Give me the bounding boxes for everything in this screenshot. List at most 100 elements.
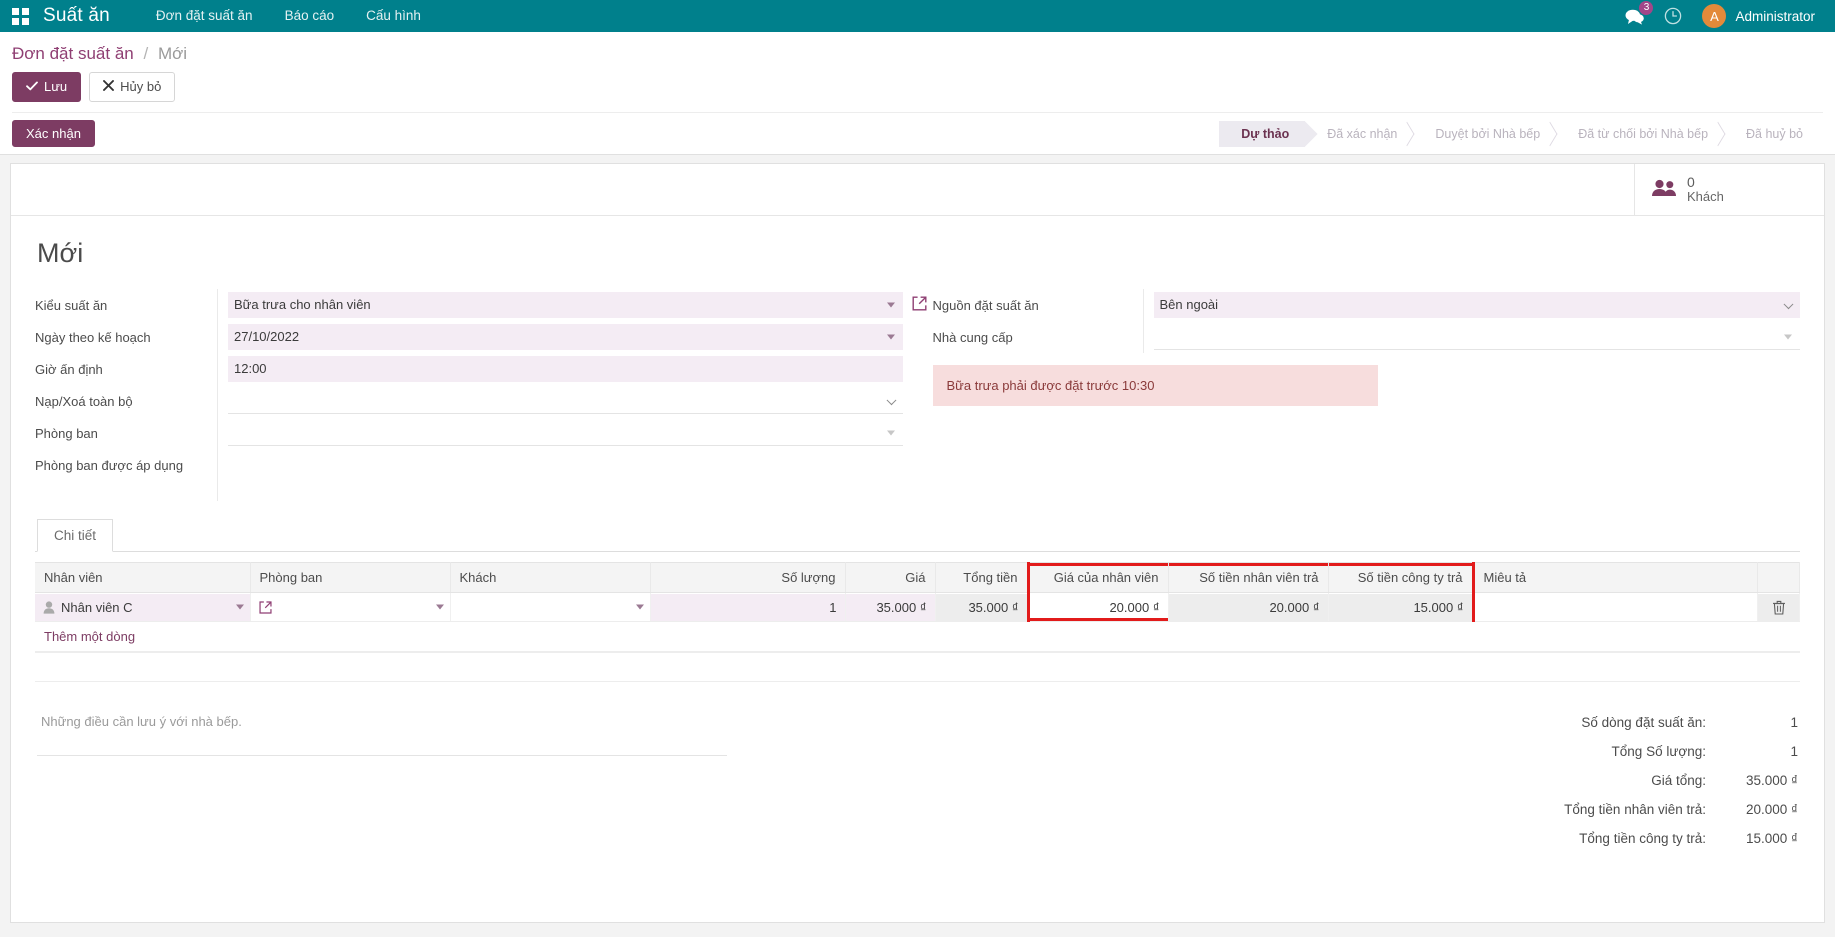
smart-button-guests[interactable]: 0 Khách: [1634, 164, 1824, 215]
external-link-icon[interactable]: [258, 600, 272, 614]
company-paid-cell-value: 15.000 ₫: [1413, 599, 1464, 615]
load-clear-all-select[interactable]: [228, 388, 903, 414]
add-line-row[interactable]: Thêm một dòng: [35, 621, 1800, 653]
field-planned-date: Ngày theo kế hoạch: [35, 321, 903, 353]
col-description[interactable]: Miêu tả: [1473, 562, 1758, 593]
total-line-count: Số dòng đặt suất ăn: 1: [1378, 708, 1798, 737]
cell-subtotal: 35.000 ₫: [935, 592, 1029, 622]
guest-cell-input[interactable]: [458, 599, 642, 615]
breadcrumb-root-link[interactable]: Đơn đặt suất ăn: [12, 44, 134, 63]
col-company-paid[interactable]: Số tiền công ty trả: [1328, 562, 1475, 593]
sheet-footer: Những điều cần lưu ý với nhà bếp. Số dòn…: [35, 708, 1800, 853]
quantity-cell-input[interactable]: [658, 599, 837, 615]
cell-employee-price[interactable]: [1026, 592, 1169, 622]
cell-department[interactable]: [250, 592, 451, 622]
status-cancelled[interactable]: Đã huỷ bỏ: [1724, 121, 1819, 147]
field-department: Phòng ban: [35, 417, 903, 449]
avatar: A: [1702, 4, 1727, 28]
table-header: Nhân viên Phòng ban Khách Số lượng Giá T…: [35, 562, 1800, 593]
cell-description[interactable]: [1473, 592, 1758, 622]
col-employee-price[interactable]: Giá của nhân viên: [1026, 562, 1169, 593]
total-employee-paid-label: Tổng tiền nhân viên trả:: [1564, 802, 1706, 817]
applied-department-input[interactable]: [228, 452, 903, 478]
field-supplier: Nhà cung cấp: [932, 321, 1800, 353]
confirm-button[interactable]: Xác nhận: [12, 120, 95, 147]
total-price-value: 35.000 ₫: [1746, 773, 1798, 788]
total-employee-paid-value: 20.000 ₫: [1746, 802, 1798, 817]
table-body: 35.000 ₫ 20.000 ₫: [35, 592, 1800, 682]
col-price[interactable]: Giá: [845, 562, 936, 593]
col-actions: [1757, 562, 1800, 593]
total-employee-paid: Tổng tiền nhân viên trả: 20.000 ₫: [1378, 795, 1798, 824]
status-approved-by-kitchen[interactable]: Duyệt bởi Nhà bếp: [1413, 121, 1556, 147]
add-a-line-button[interactable]: Thêm một dòng: [35, 622, 1800, 652]
order-source-select[interactable]: [1153, 292, 1800, 318]
trash-icon[interactable]: [1766, 600, 1791, 615]
statusbar-row: Xác nhận Dự thảo Đã xác nhận Duyệt bởi N…: [12, 112, 1823, 154]
price-cell-input[interactable]: [853, 599, 927, 615]
employee-paid-cell-value: 20.000 ₫: [1269, 599, 1320, 615]
total-quantity: Tổng Số lượng: 1: [1378, 737, 1798, 766]
messages-icon[interactable]: 3: [1625, 0, 1654, 25]
description-cell-input[interactable]: [1482, 599, 1749, 615]
empty-filler-row: [35, 652, 1800, 682]
field-order-source-label: Nguồn đặt suất ăn: [932, 298, 1039, 313]
col-employee[interactable]: Nhân viên: [35, 562, 251, 593]
department-cell-input[interactable]: [272, 599, 442, 615]
close-icon: [103, 78, 115, 96]
employee-price-cell-input[interactable]: [1037, 599, 1160, 615]
apps-grid-icon[interactable]: [12, 7, 29, 25]
col-department[interactable]: Phòng ban: [250, 562, 451, 593]
planned-date-input[interactable]: [228, 324, 903, 350]
meal-type-input[interactable]: [228, 292, 903, 318]
total-quantity-value: 1: [1790, 744, 1798, 759]
discard-button[interactable]: Hủy bỏ: [89, 72, 176, 102]
discard-button-label: Hủy bỏ: [120, 79, 162, 94]
cell-guest[interactable]: [450, 592, 651, 622]
kitchen-note-field[interactable]: Những điều cần lưu ý với nhà bếp.: [37, 708, 737, 853]
tab-details[interactable]: Chi tiết: [37, 519, 114, 552]
col-quantity[interactable]: Số lượng: [650, 562, 846, 593]
field-fixed-time-label: Giờ ấn định: [35, 362, 103, 377]
field-load-clear-all-label: Nạp/Xoá toàn bộ: [35, 394, 133, 409]
clock-icon[interactable]: [1664, 7, 1682, 25]
col-employee-paid[interactable]: Số tiền nhân viên trả: [1168, 562, 1329, 593]
status-confirmed[interactable]: Đã xác nhận: [1305, 121, 1413, 147]
external-link-icon[interactable]: [912, 296, 927, 314]
cell-employee[interactable]: [35, 592, 251, 622]
nav-menu-orders[interactable]: Đơn đặt suất ăn: [140, 0, 269, 32]
employee-cell-input[interactable]: [61, 599, 242, 615]
table-row[interactable]: 35.000 ₫ 20.000 ₫: [35, 592, 1800, 622]
cell-quantity[interactable]: [650, 592, 846, 622]
app-brand-title[interactable]: Suất ăn: [43, 5, 110, 27]
kitchen-note-placeholder[interactable]: Những điều cần lưu ý với nhà bếp.: [37, 708, 727, 756]
cell-price[interactable]: [845, 592, 936, 622]
fixed-time-input[interactable]: [228, 356, 903, 382]
save-button[interactable]: Lưu: [12, 72, 82, 102]
form-fields-grid: Kiểu suất ăn Bữa trưa cho nhân viên Ngày…: [35, 289, 1800, 501]
cell-employee-paid: 20.000 ₫: [1168, 592, 1329, 622]
users-icon: [1651, 178, 1677, 201]
smart-button-label: Khách: [1687, 189, 1724, 205]
table-header-row: Nhân viên Phòng ban Khách Số lượng Giá T…: [35, 562, 1800, 593]
status-draft[interactable]: Dự thảo: [1219, 120, 1306, 147]
department-input[interactable]: [228, 420, 903, 446]
notebook: Chi tiết Nhân viên Phòng ban Khách Số lư…: [35, 519, 1800, 682]
field-department-label: Phòng ban: [35, 426, 98, 441]
cell-row-actions[interactable]: [1757, 592, 1800, 622]
supplier-input[interactable]: [1153, 324, 1800, 350]
status-rejected-by-kitchen[interactable]: Đã từ chối bởi Nhà bếp: [1556, 121, 1724, 147]
col-subtotal[interactable]: Tổng tiền: [935, 562, 1029, 593]
top-navbar: Suất ăn Đơn đặt suất ăn Báo cáo Cấu hình…: [0, 0, 1835, 32]
form-view-background: 0 Khách Mới Kiểu suất ăn Bữa trưa cho nh…: [0, 155, 1835, 937]
nav-menu-configuration[interactable]: Cấu hình: [350, 0, 437, 32]
field-load-clear-all: Nạp/Xoá toàn bộ: [35, 385, 903, 417]
save-button-label: Lưu: [44, 79, 68, 94]
page-title: Mới: [37, 238, 84, 268]
check-icon: [26, 78, 38, 96]
user-menu[interactable]: A Administrator: [1702, 4, 1815, 28]
col-guest[interactable]: Khách: [450, 562, 651, 593]
field-supplier-label: Nhà cung cấp: [932, 330, 1013, 345]
nav-menu-reports[interactable]: Báo cáo: [269, 0, 351, 32]
navbar-right-group: 3 A Administrator: [1625, 0, 1823, 28]
